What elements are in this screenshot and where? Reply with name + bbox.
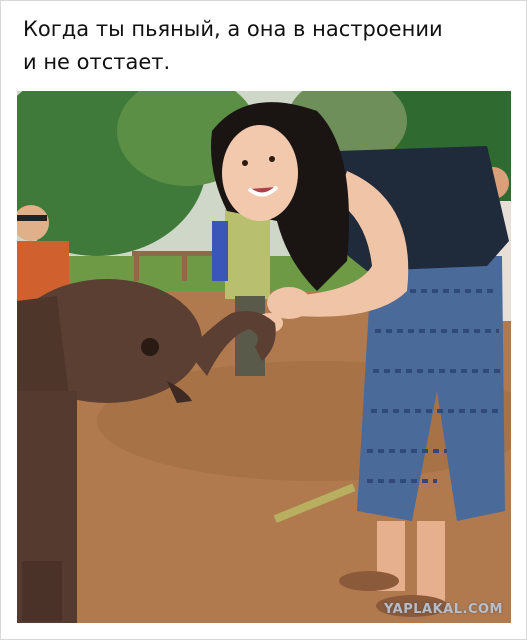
person-green-shirt (225, 209, 270, 299)
meme-card: Когда ты пьяный, а она в настроении и не… (0, 0, 527, 640)
watermark: YAPLAKAL.COM (384, 602, 503, 617)
woman-face (222, 125, 298, 221)
meme-caption: Когда ты пьяный, а она в настроении и не… (23, 17, 443, 74)
woman-sandal-left (339, 571, 399, 591)
meme-photo: YAPLAKAL.COM (17, 91, 511, 623)
elephant-eye (141, 338, 159, 356)
photo-illustration (17, 91, 511, 623)
elephant-leg (22, 561, 62, 621)
fence (132, 251, 222, 256)
